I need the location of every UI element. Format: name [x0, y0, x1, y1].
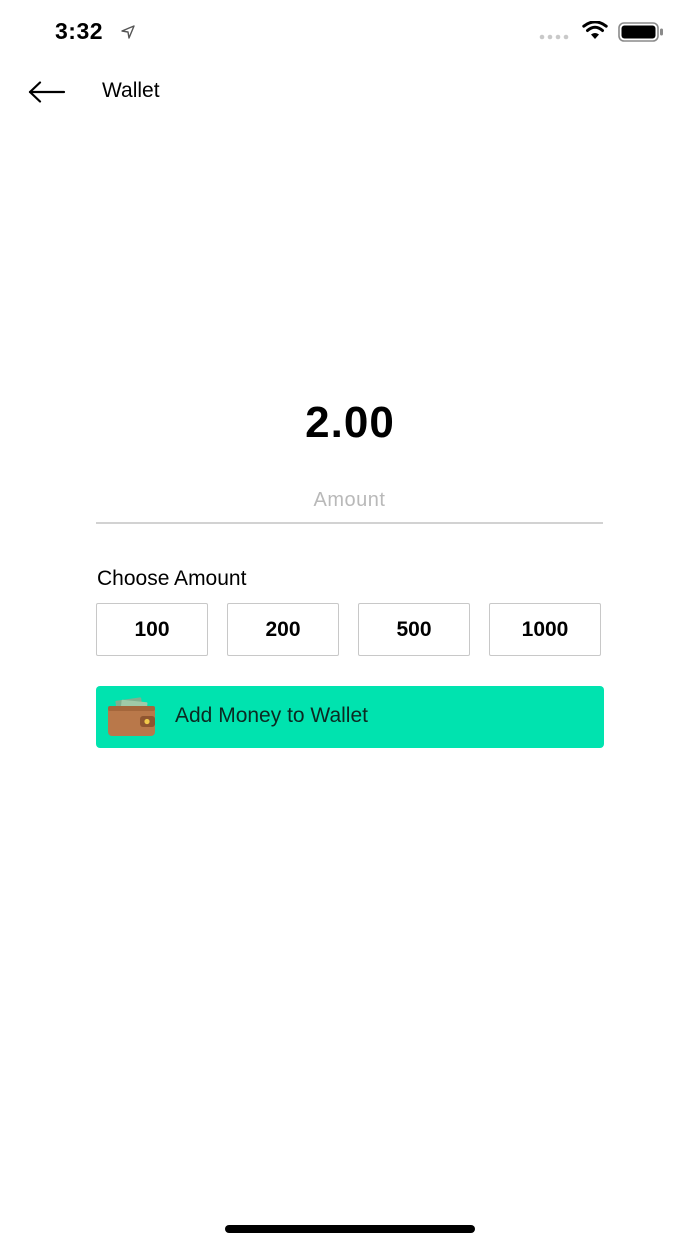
wallet-icon [108, 697, 155, 736]
amount-input[interactable] [96, 478, 603, 524]
wallet-balance: 2.00 [305, 398, 395, 447]
location-arrow-icon [121, 25, 135, 39]
back-button[interactable] [24, 74, 70, 110]
status-time: 3:32 [55, 18, 104, 44]
cellular-signal-icon [539, 34, 569, 40]
battery-icon [618, 22, 663, 42]
add-money-label: Add Money to Wallet [175, 704, 368, 727]
amount-chip-200[interactable]: 200 [227, 603, 339, 656]
amount-chip-500[interactable]: 500 [358, 603, 470, 656]
choose-amount-label: Choose Amount [97, 567, 247, 590]
home-indicator [225, 1225, 475, 1233]
status-bar: 3:32 [0, 0, 700, 64]
arrow-left-icon [28, 81, 66, 103]
preset-amounts: 100 200 500 1000 [96, 603, 604, 659]
add-money-button[interactable]: Add Money to Wallet [96, 686, 604, 748]
page-title: Wallet [102, 79, 160, 102]
amount-chip-100[interactable]: 100 [96, 603, 208, 656]
amount-chip-1000[interactable]: 1000 [489, 603, 601, 656]
app-header: Wallet [0, 64, 700, 120]
wifi-icon [582, 21, 608, 39]
